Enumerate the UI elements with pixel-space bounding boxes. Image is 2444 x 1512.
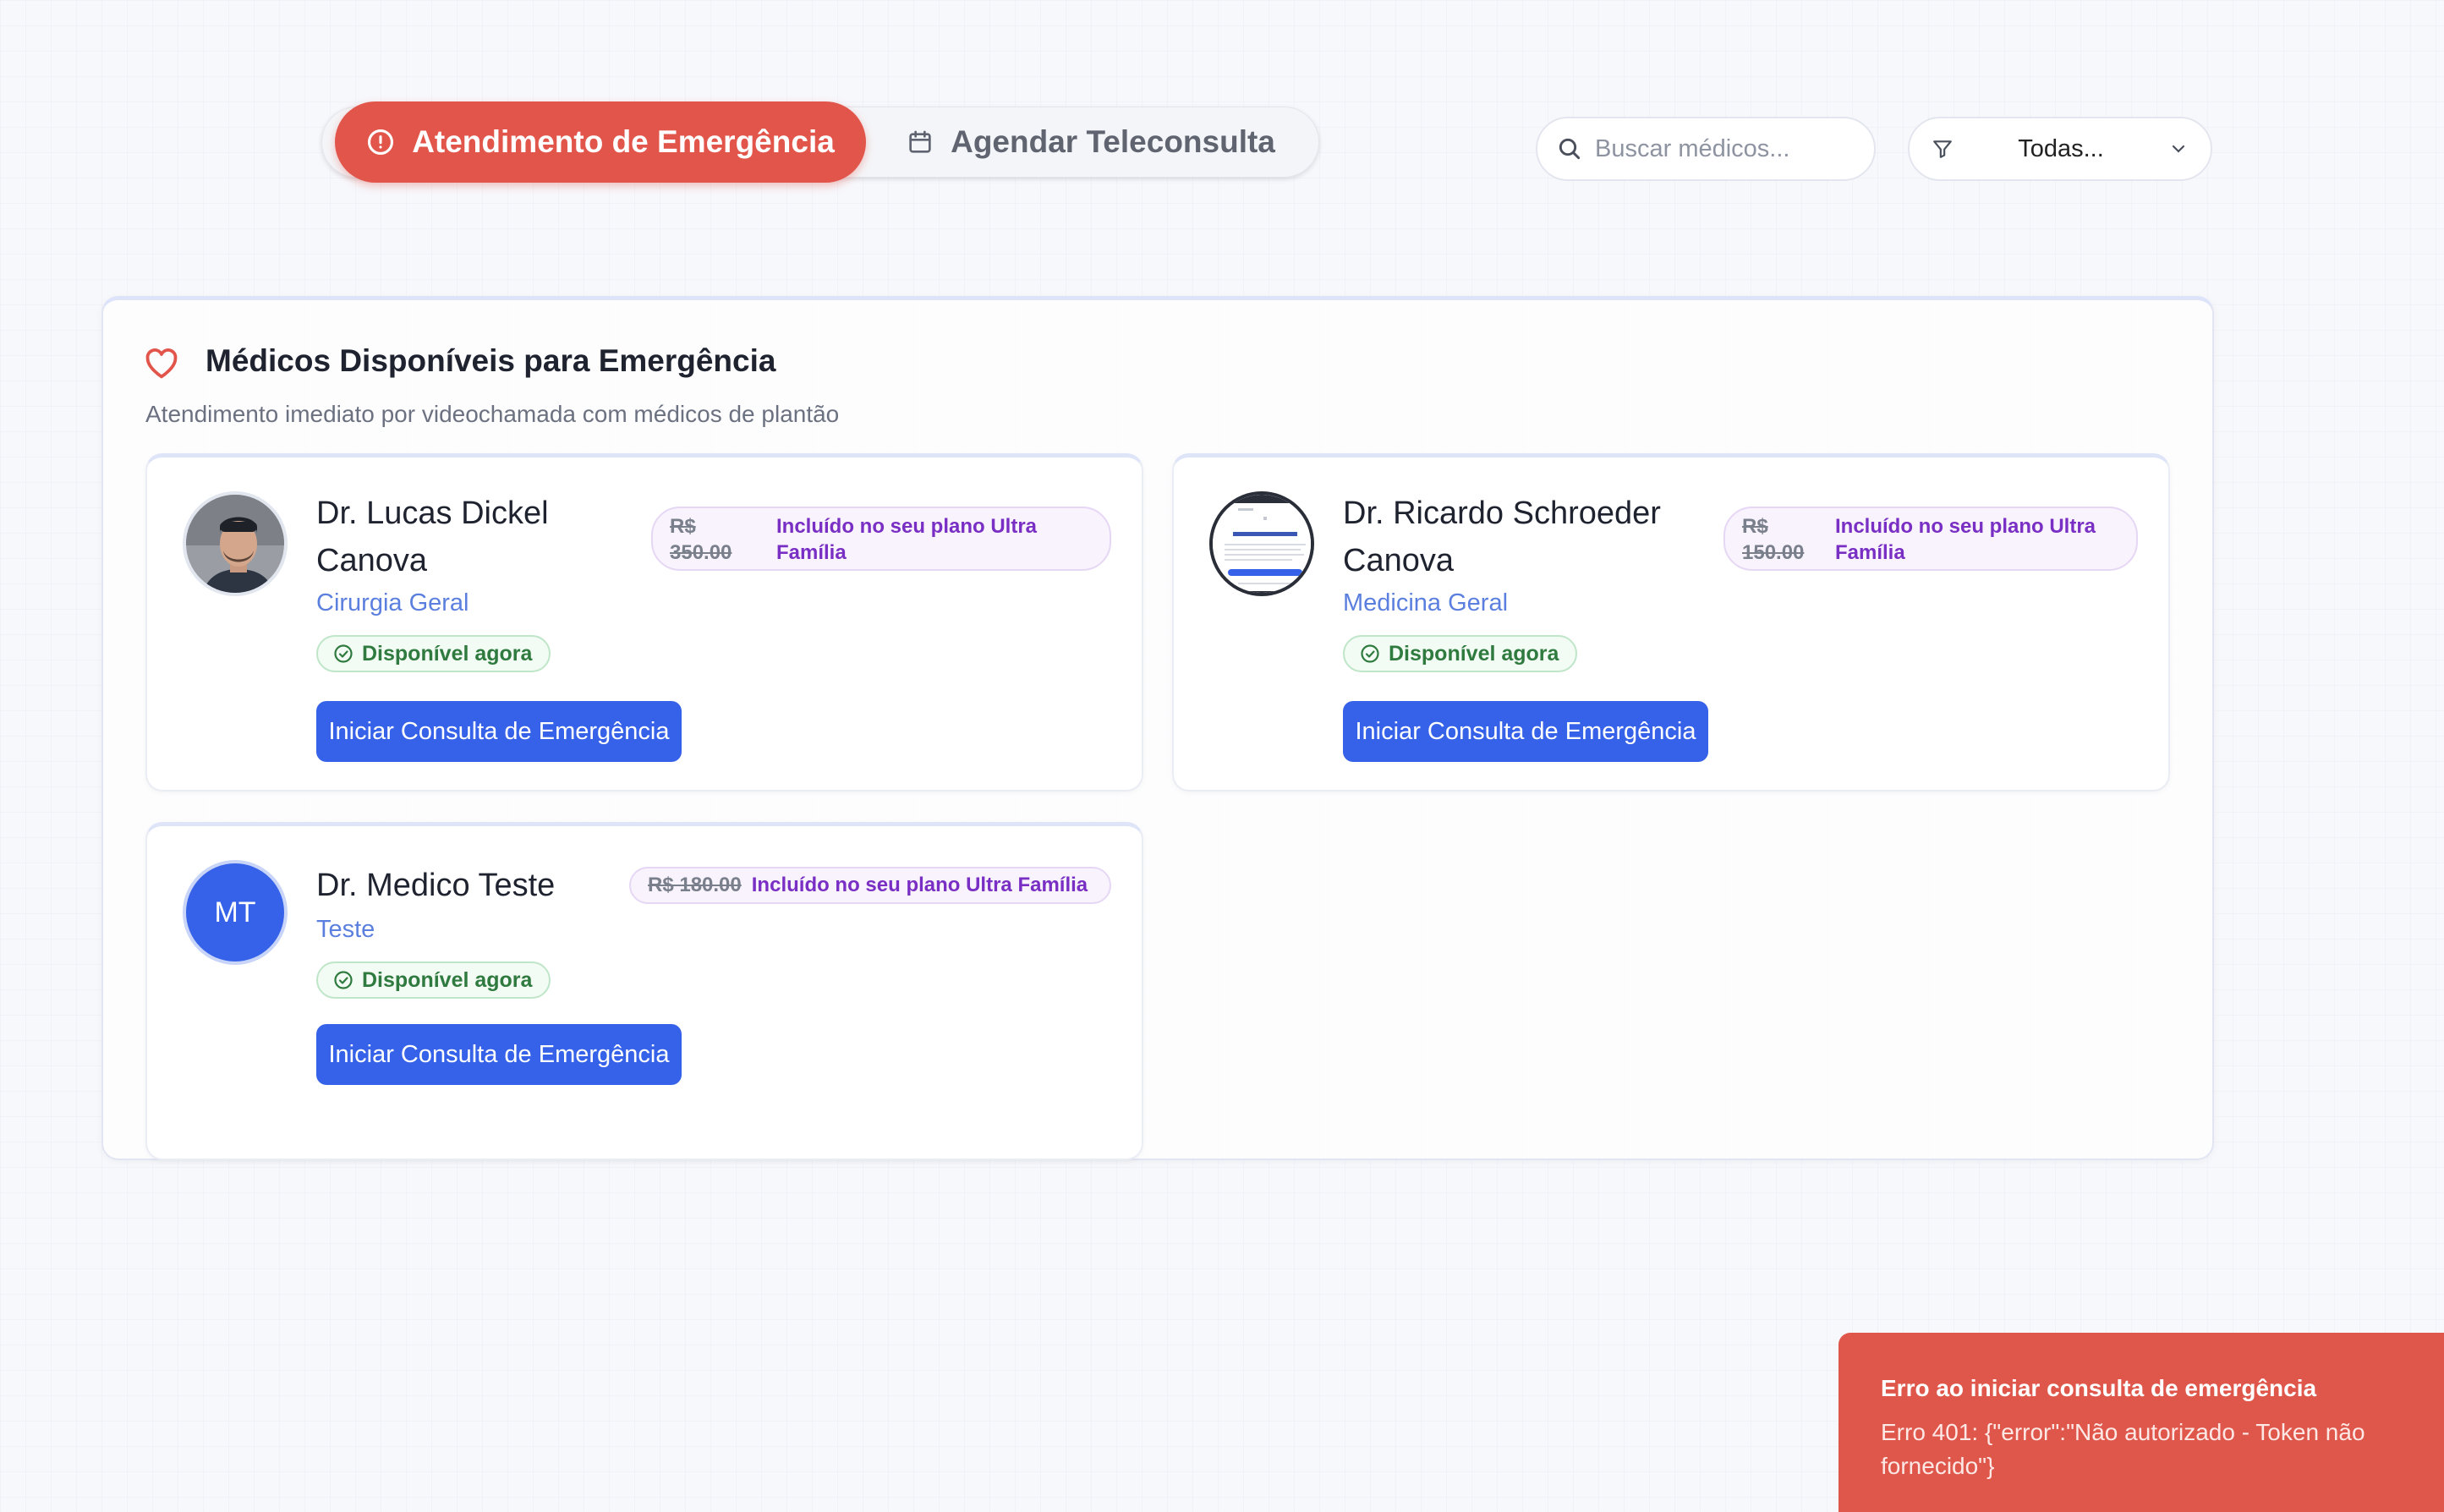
tab-schedule[interactable]: Agendar Teleconsulta [871, 101, 1311, 183]
tab-emergency-label: Atendimento de Emergência [412, 124, 835, 159]
check-circle-icon [334, 971, 353, 989]
plan-note: Incluído no seu plano Ultra Família [751, 874, 1088, 896]
status-label: Disponível agora [1389, 641, 1559, 666]
doctor-card: MT Dr. Medico Teste Teste Disponível ago… [145, 822, 1143, 1160]
panel-subtitle: Atendimento imediato por videochamada co… [145, 401, 840, 427]
search-icon [1559, 138, 1581, 160]
price-old: R$ 180.00 [648, 874, 742, 896]
status-label: Disponível agora [362, 641, 533, 666]
doctor-specialty: Medicina Geral [1343, 589, 1509, 616]
doctor-name-line1: Dr. Ricardo Schroeder [1343, 496, 1661, 531]
doctor-name-line1: Dr. Lucas Dickel [316, 496, 549, 531]
doctor-specialty: Cirurgia Geral [316, 589, 469, 616]
check-circle-icon [1361, 644, 1379, 663]
doctor-photo [183, 491, 288, 596]
doctor-card: Dr. Lucas Dickel Canova Cirurgia Geral D… [145, 453, 1143, 792]
heart-icon [145, 348, 178, 379]
status-badge: Disponível agora [316, 961, 551, 999]
panel-title: Médicos Disponíveis para Emergência [205, 343, 776, 378]
mode-tabs: Atendimento de Emergência Agendar Teleco… [321, 101, 1319, 183]
price-old: R$ 350.00 [670, 513, 732, 566]
price-badge: R$ 350.00 Incluído no seu plano Ultra Fa… [651, 507, 1111, 571]
price-currency: R$ [670, 515, 696, 538]
start-emergency-consult-button[interactable]: Iniciar Consulta de Emergência [1343, 701, 1708, 762]
toast-title: Erro ao iniciar consulta de emergência [1881, 1375, 2317, 1401]
doctor-card: Dr. Ricardo Schroeder Canova Medicina Ge… [1172, 453, 2170, 792]
status-badge: Disponível agora [316, 635, 551, 672]
doctor-name-line2: Canova [316, 543, 427, 578]
calendar-icon [909, 130, 931, 153]
avatar: MT [183, 860, 288, 965]
start-emergency-consult-button[interactable]: Iniciar Consulta de Emergência [316, 701, 682, 762]
plan-note: Incluído no seu plano Ultra Família [1835, 513, 2096, 566]
plan-line1: Incluído no seu plano Ultra [1835, 515, 2096, 538]
doctor-photo-image [186, 495, 284, 593]
doctor-photo [1209, 491, 1314, 596]
doctor-name: Dr. Medico Teste [316, 868, 556, 903]
price-badge: R$ 180.00 Incluído no seu plano Ultra Fa… [629, 867, 1111, 904]
filter-value: Todas... [2018, 134, 2104, 162]
plan-line2: Família [1835, 541, 1905, 564]
plan-line1: Incluído no seu plano Ultra [776, 515, 1038, 538]
plan-note: Incluído no seu plano Ultra Família [776, 513, 1037, 566]
price-value: 150.00 [1742, 541, 1805, 564]
plan-line2: Família [776, 541, 847, 564]
doctor-name-line2: Canova [1343, 543, 1454, 578]
doctor-specialty: Teste [316, 916, 375, 943]
start-emergency-consult-button[interactable]: Iniciar Consulta de Emergência [316, 1024, 682, 1085]
chevron-down-icon [2172, 145, 2185, 153]
search-input[interactable] [1595, 134, 1849, 163]
tab-emergency[interactable]: Atendimento de Emergência [335, 101, 866, 183]
price-old: R$ 150.00 [1742, 513, 1804, 566]
doctor-search [1536, 117, 1876, 181]
toast-message: Erro 401: {"error":"Não autorizado - Tok… [1881, 1419, 2365, 1479]
error-toast[interactable]: Erro ao iniciar consulta de emergência E… [1838, 1333, 2444, 1512]
specialty-filter-select[interactable]: Todas... [1908, 117, 2212, 181]
price-value: 350.00 [670, 541, 732, 564]
price-badge: R$ 150.00 Incluído no seu plano Ultra Fa… [1723, 507, 2138, 571]
tab-schedule-label: Agendar Teleconsulta [951, 124, 1275, 159]
check-circle-icon [334, 644, 353, 663]
status-badge: Disponível agora [1343, 635, 1578, 672]
status-label: Disponível agora [362, 967, 533, 992]
filter-icon [1933, 140, 1952, 158]
alert-circle-icon [368, 129, 394, 156]
price-currency: R$ [1742, 515, 1768, 538]
doctor-photo-image [1213, 495, 1311, 593]
